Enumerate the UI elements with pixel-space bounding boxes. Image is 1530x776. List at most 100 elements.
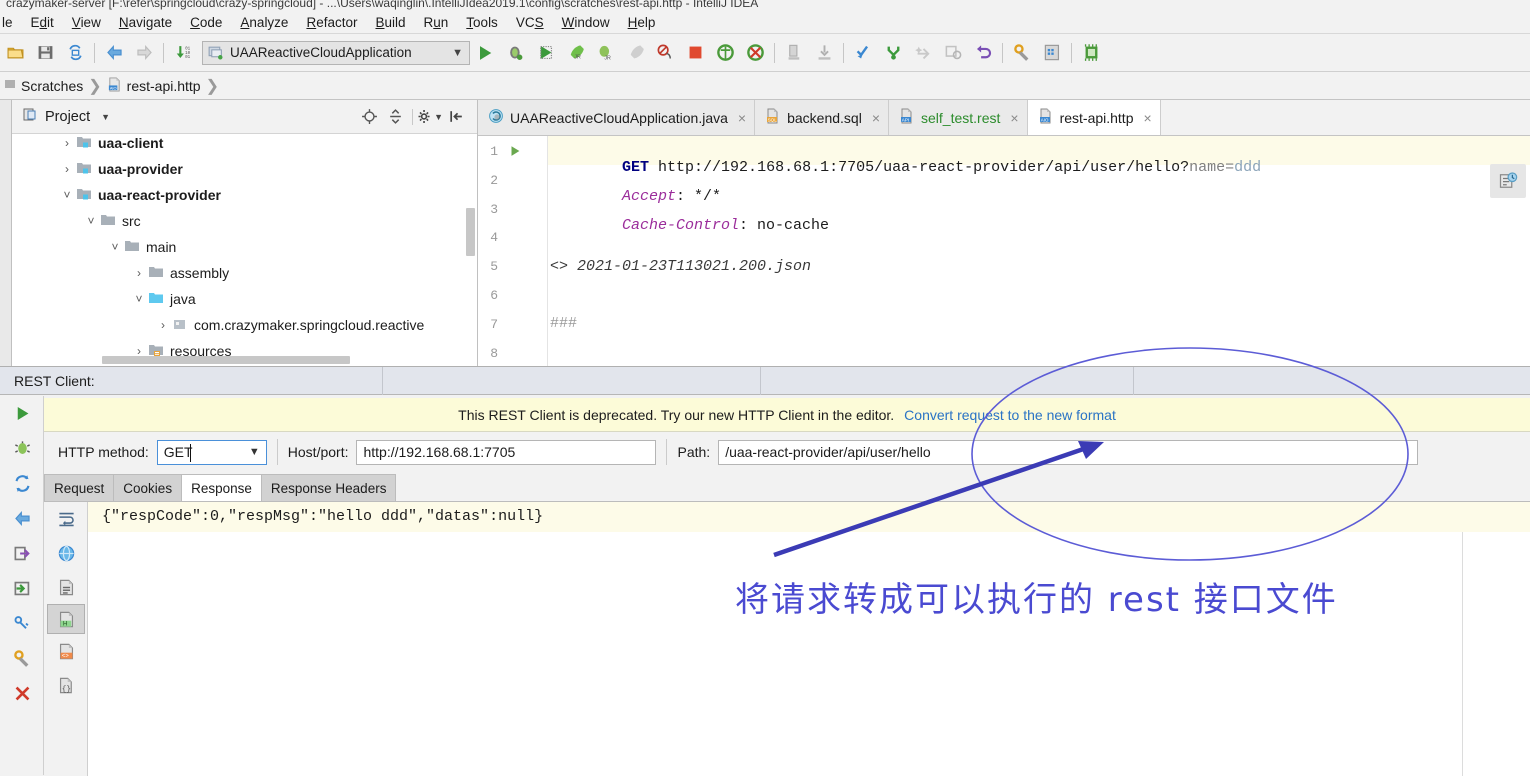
chevron-right-icon[interactable]: › <box>132 266 146 280</box>
menu-item-analyze[interactable]: Analyze <box>231 13 297 32</box>
sdk-manager-icon[interactable] <box>1076 38 1106 68</box>
reload-icon[interactable] <box>710 38 740 68</box>
vcs-update-icon[interactable] <box>848 38 878 68</box>
close-icon[interactable]: × <box>872 110 880 126</box>
project-tree[interactable]: › uaa-client › uaa-provider ˅ uaa-react-provi… <box>12 134 477 366</box>
save-all-icon[interactable] <box>30 38 60 68</box>
back-icon[interactable] <box>0 501 44 536</box>
host-port-input[interactable]: http://192.168.68.1:7705 <box>356 439 657 465</box>
run-icon[interactable] <box>470 38 500 68</box>
menu-item-vcs[interactable]: VCS <box>507 13 553 32</box>
sub-tab-cookies[interactable]: Cookies <box>113 474 183 502</box>
close-icon[interactable]: × <box>1144 110 1152 126</box>
editor-tab-backend-sql[interactable]: SQL backend.sql × <box>755 100 889 135</box>
convert-request-link[interactable]: Convert request to the new format <box>904 407 1116 423</box>
close-icon[interactable]: × <box>738 110 746 126</box>
run-with-profiler-icon[interactable]: JR <box>560 38 590 68</box>
menu-item-run[interactable]: Run <box>415 13 458 32</box>
debug-icon[interactable] <box>500 38 530 68</box>
menu-item-refactor[interactable]: Refactor <box>297 13 366 32</box>
settings-icon[interactable] <box>1007 38 1037 68</box>
vcs-revert-icon[interactable] <box>968 38 998 68</box>
chevron-right-icon[interactable]: › <box>60 162 74 176</box>
run-configuration-selector[interactable]: UAAReactiveCloudApplication ▼ <box>202 40 470 65</box>
chevron-right-icon[interactable]: › <box>60 136 74 150</box>
close-icon[interactable]: × <box>1010 110 1018 126</box>
stop-build-icon[interactable] <box>650 38 680 68</box>
request-history-icon[interactable] <box>1490 164 1526 198</box>
menu-item-file[interactable]: le <box>0 13 22 32</box>
update-project-icon[interactable]: 01 10 01 <box>168 38 198 68</box>
project-tree-vertical-scrollbar[interactable] <box>466 208 475 256</box>
editor-tab-uaareactivecloudapplication-java[interactable]: UAAReactiveCloudApplication.java × <box>478 100 756 135</box>
sub-tab-response-headers[interactable]: Response Headers <box>260 474 397 502</box>
vcs-push-icon[interactable] <box>908 38 938 68</box>
step-into-icon[interactable] <box>809 38 839 68</box>
step-over-icon[interactable] <box>779 38 809 68</box>
export-icon[interactable] <box>0 536 44 571</box>
tree-node-main[interactable]: ˅ main <box>12 234 477 260</box>
response-content[interactable]: {"respCode":0,"respMsg":"hello ddd","dat… <box>88 502 1530 776</box>
menu-item-code[interactable]: Code <box>181 13 231 32</box>
sub-tab-request[interactable]: Request <box>44 474 115 502</box>
chevron-down-icon[interactable]: ˅ <box>84 214 98 228</box>
soft-wrap-icon[interactable] <box>44 502 88 536</box>
run-icon[interactable] <box>0 396 44 431</box>
reload-failed-icon[interactable] <box>740 38 770 68</box>
stop-icon[interactable] <box>680 38 710 68</box>
chevron-down-icon[interactable]: ˅ <box>60 188 74 202</box>
tree-node-src[interactable]: ˅ src <box>12 208 477 234</box>
tree-node-uaa-client[interactable]: › uaa-client <box>12 134 477 156</box>
close-icon[interactable] <box>0 676 44 711</box>
open-in-browser-icon[interactable] <box>44 536 88 570</box>
debug-jr-icon[interactable]: JR <box>590 38 620 68</box>
locate-icon[interactable] <box>356 104 382 130</box>
collapse-all-icon[interactable] <box>382 104 408 130</box>
http-method-select[interactable]: GET ▼ <box>156 439 267 465</box>
json-view-icon[interactable]: {} <box>44 668 88 702</box>
menu-item-navigate[interactable]: Navigate <box>110 13 181 32</box>
tree-node-uaa-provider[interactable]: › uaa-provider <box>12 156 477 182</box>
path-input[interactable]: /uaa-react-provider/api/user/hello <box>718 439 1419 465</box>
project-structure-icon[interactable] <box>1037 38 1067 68</box>
chevron-right-icon[interactable]: › <box>156 318 170 332</box>
vcs-commit-icon[interactable] <box>878 38 908 68</box>
coverage-icon[interactable] <box>530 38 560 68</box>
back-icon[interactable] <box>99 38 129 68</box>
project-tree-horizontal-scrollbar[interactable] <box>102 356 350 364</box>
menu-item-edit[interactable]: Edit <box>22 13 63 32</box>
chevron-down-icon[interactable]: ˅ <box>132 292 146 306</box>
forward-icon[interactable] <box>129 38 159 68</box>
sync-icon[interactable] <box>60 38 90 68</box>
menu-item-help[interactable]: Help <box>619 13 665 32</box>
menu-item-window[interactable]: Window <box>553 13 619 32</box>
chevron-down-icon[interactable]: ˅ <box>108 240 122 254</box>
tree-node-com-crazymaker-springcloud-reactive[interactable]: › com.crazymaker.springcloud.reactive <box>12 312 477 338</box>
editor-tab-self-test-rest[interactable]: API self_test.rest × <box>889 100 1028 135</box>
html-view-icon[interactable]: H <box>47 604 85 634</box>
run-request-gutter-icon[interactable] <box>508 144 522 161</box>
plain-text-view-icon[interactable] <box>44 570 88 604</box>
open-project-icon[interactable] <box>0 38 30 68</box>
breadcrumb-item-scratches[interactable]: Scratches <box>21 78 83 94</box>
rerun-icon[interactable] <box>0 466 44 501</box>
hide-panel-icon[interactable] <box>443 104 469 130</box>
tree-node-uaa-react-provider[interactable]: ˅ uaa-react-provider <box>12 182 477 208</box>
chevron-down-icon[interactable]: ▼ <box>101 112 110 122</box>
editor-gutter[interactable]: 1 2 3 4 5 6 7 8 <box>478 136 548 366</box>
sub-tab-response[interactable]: Response <box>181 474 262 502</box>
menu-item-tools[interactable]: Tools <box>457 13 507 32</box>
tree-node-java[interactable]: ˅ java <box>12 286 477 312</box>
code-editor[interactable]: 1 2 3 4 5 6 7 8 GET http://192.168.68.1:7705/ua… <box>478 136 1530 366</box>
gear-icon[interactable] <box>0 641 44 676</box>
menu-item-view[interactable]: View <box>63 13 110 32</box>
import-icon[interactable] <box>0 571 44 606</box>
auth-key-icon[interactable] <box>0 606 44 641</box>
xml-view-icon[interactable]: <> <box>44 634 88 668</box>
menu-item-build[interactable]: Build <box>366 13 414 32</box>
vcs-history-icon[interactable] <box>938 38 968 68</box>
breadcrumb-item-file[interactable]: rest-api.http <box>127 78 201 94</box>
attach-icon[interactable] <box>620 38 650 68</box>
editor-tab-rest-api-http[interactable]: AIO rest-api.http × <box>1027 100 1161 135</box>
tree-node-assembly[interactable]: › assembly <box>12 260 477 286</box>
